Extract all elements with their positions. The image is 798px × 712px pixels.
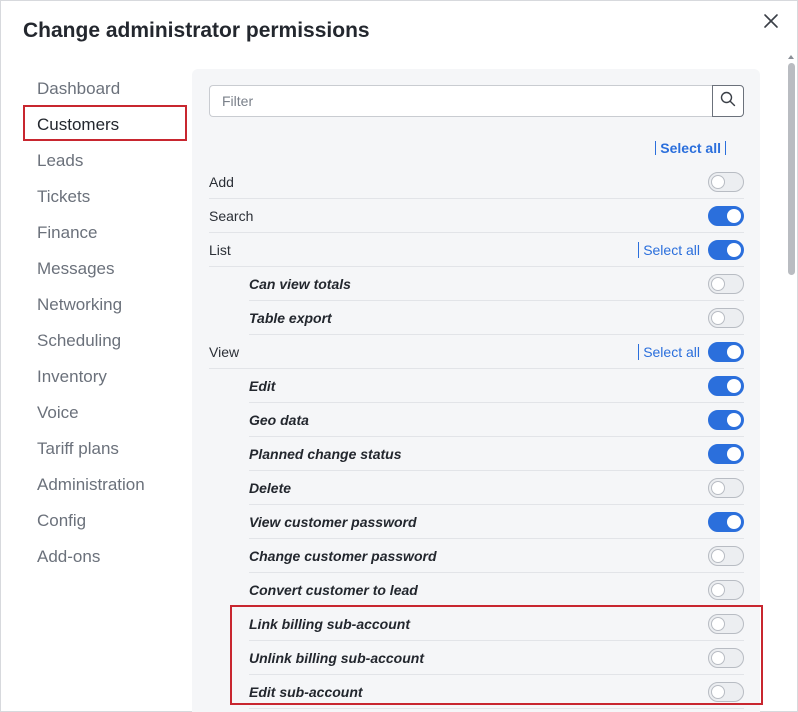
permission-toggle[interactable] [708,274,744,294]
row-select-all-link[interactable]: Select all [638,242,700,258]
permission-toggle[interactable] [708,512,744,532]
filter-input[interactable] [209,85,713,117]
permission-list: Add Search List Select all Can view totals Ta… [209,165,744,709]
permission-toggle[interactable] [708,580,744,600]
permission-label: Link billing sub-account [249,615,410,632]
permission-row: Edit sub-account [209,675,744,709]
permission-row: Search [209,199,744,233]
permission-row: Delete [209,471,744,505]
permission-row: Can view totals [209,267,744,301]
permission-label: Add [209,173,234,190]
permission-row: Edit [209,369,744,403]
toggle-knob [711,583,725,597]
permission-row: Planned change status [209,437,744,471]
row-select-all-link[interactable]: Select all [638,344,700,360]
permission-row: Link billing sub-account [209,607,744,641]
permission-label: Search [209,207,254,224]
permission-toggle[interactable] [708,342,744,362]
permission-label: View customer password [249,513,417,530]
permission-toggle[interactable] [708,478,744,498]
toggle-knob [727,345,741,359]
permission-row: View Select all [209,335,744,369]
nav-item-finance[interactable]: Finance [23,213,187,249]
dialog-title: Change administrator permissions [23,19,370,42]
toggle-knob [727,515,741,529]
nav-item-networking[interactable]: Networking [23,285,187,321]
permission-row: Add [209,165,744,199]
toggle-knob [711,651,725,665]
permission-label: Can view totals [249,275,351,292]
nav-item-administration[interactable]: Administration [23,465,187,501]
nav-item-inventory[interactable]: Inventory [23,357,187,393]
nav-item-customers[interactable]: Customers [23,105,187,141]
nav-item-tickets[interactable]: Tickets [23,177,187,213]
toggle-knob [727,209,741,223]
select-all-link[interactable]: Select all [655,141,726,155]
permission-row: Change customer password [209,539,744,573]
nav-item-messages[interactable]: Messages [23,249,187,285]
toggle-knob [711,549,725,563]
permission-toggle[interactable] [708,444,744,464]
toggle-knob [711,685,725,699]
nav-item-voice[interactable]: Voice [23,393,187,429]
permission-label: Edit [249,377,276,394]
permission-label: Edit sub-account [249,683,363,700]
permission-label: Geo data [249,411,309,428]
permission-toggle[interactable] [708,614,744,634]
nav-item-scheduling[interactable]: Scheduling [23,321,187,357]
permission-toggle[interactable] [708,410,744,430]
permission-label: Planned change status [249,445,402,462]
permissions-dialog: Change administrator permissions Dashboa… [0,0,798,712]
toggle-knob [727,413,741,427]
permission-label: Unlink billing sub-account [249,649,424,666]
permissions-panel: Select all Add Search List Select all Can vi… [192,69,760,712]
toggle-knob [711,617,725,631]
nav-item-config[interactable]: Config [23,501,187,537]
permission-toggle[interactable] [708,240,744,260]
permission-row: List Select all [209,233,744,267]
permissions-category-nav: Dashboard Customers Leads Tickets Finance Mes… [23,69,187,573]
nav-item-leads[interactable]: Leads [23,141,187,177]
permission-toggle[interactable] [708,308,744,328]
toggle-knob [711,481,725,495]
permission-toggle[interactable] [708,546,744,566]
permission-label: List [209,241,231,258]
toggle-knob [711,311,725,325]
scrollbar-thumb[interactable] [788,63,795,275]
toggle-knob [711,175,725,189]
permission-toggle[interactable] [708,206,744,226]
permission-label: Change customer password [249,547,437,564]
nav-item-dashboard[interactable]: Dashboard [23,69,187,105]
permission-toggle[interactable] [708,648,744,668]
toggle-knob [727,243,741,257]
permission-row: Convert customer to lead [209,573,744,607]
permission-label: Delete [249,479,292,496]
permission-label: Table export [249,309,332,326]
close-icon[interactable] [761,11,781,31]
permission-toggle[interactable] [708,682,744,702]
permission-row: Table export [209,301,744,335]
toggle-knob [727,447,741,461]
permission-row: View customer password [209,505,744,539]
filter-search-button[interactable] [712,85,744,117]
permission-toggle[interactable] [708,172,744,192]
permission-row: Geo data [209,403,744,437]
permission-label: View [209,343,240,360]
scrollbar[interactable] [786,49,796,709]
toggle-knob [727,379,741,393]
permission-row: Unlink billing sub-account [209,641,744,675]
toggle-knob [711,277,725,291]
search-icon [720,91,736,112]
permission-toggle[interactable] [708,376,744,396]
scroll-up-arrow-icon[interactable] [786,49,796,59]
nav-item-add-ons[interactable]: Add-ons [23,537,187,573]
nav-item-tariff-plans[interactable]: Tariff plans [23,429,187,465]
filter-bar [209,85,744,117]
permission-label: Convert customer to lead [249,581,418,598]
